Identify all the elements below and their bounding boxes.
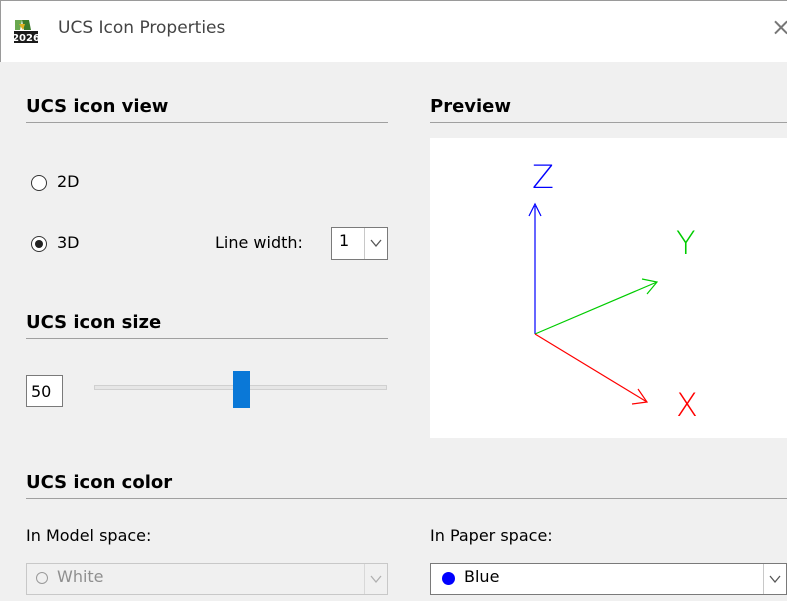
paper-space-label: In Paper space: — [430, 526, 553, 545]
radio-2d-label[interactable]: 2D — [57, 172, 80, 191]
icon-color-divider — [26, 498, 787, 499]
x-axis-label: X — [676, 386, 698, 424]
model-space-label: In Model space: — [26, 526, 152, 545]
icon-view-divider — [26, 122, 388, 123]
radio-2d[interactable] — [31, 175, 47, 191]
y-axis-arrowhead — [641, 278, 659, 295]
app-icon-year: 2026 — [13, 33, 40, 44]
chevron-down-icon[interactable] — [763, 564, 786, 594]
window-title: UCS Icon Properties — [58, 18, 226, 38]
close-icon[interactable]: × — [771, 15, 787, 39]
line-width-select[interactable]: 1 — [331, 227, 388, 260]
chevron-down-icon[interactable] — [364, 564, 387, 594]
radio-3d[interactable] — [31, 236, 47, 252]
icon-size-divider — [26, 338, 388, 339]
line-width-value: 1 — [339, 231, 350, 250]
model-space-color-select[interactable]: White — [26, 563, 388, 595]
icon-color-heading: UCS icon color — [26, 472, 173, 493]
app-icon: 2026 — [13, 20, 40, 44]
paper-space-color-select[interactable]: Blue — [430, 563, 787, 595]
title-bar: 2026 UCS Icon Properties × — [0, 0, 787, 62]
blue-swatch-icon — [442, 572, 455, 585]
line-width-label: Line width: — [215, 233, 303, 252]
white-swatch-icon — [36, 572, 48, 584]
ucs-axes-preview: Z Y X — [528, 158, 698, 424]
z-axis-label: Z — [532, 158, 554, 196]
icon-size-value: 50 — [31, 382, 52, 401]
ucs-icon-properties-dialog: 2026 UCS Icon Properties × UCS icon view… — [0, 0, 787, 601]
icon-size-slider-thumb[interactable] — [233, 371, 250, 408]
x-axis-line — [534, 333, 648, 403]
preview-heading: Preview — [430, 96, 512, 117]
icon-size-heading: UCS icon size — [26, 312, 162, 333]
x-axis-arrowhead — [631, 388, 649, 405]
model-space-color-value: White — [57, 567, 104, 586]
preview-panel: Z Y X — [430, 138, 787, 438]
icon-size-input[interactable]: 50 — [26, 375, 63, 407]
icon-view-heading: UCS icon view — [26, 96, 169, 117]
y-axis-line — [534, 281, 658, 335]
y-axis-label: Y — [676, 224, 696, 262]
radio-3d-label[interactable]: 3D — [57, 233, 80, 252]
paper-space-color-value: Blue — [464, 567, 500, 586]
preview-divider — [430, 122, 787, 123]
chevron-down-icon[interactable] — [364, 228, 387, 259]
